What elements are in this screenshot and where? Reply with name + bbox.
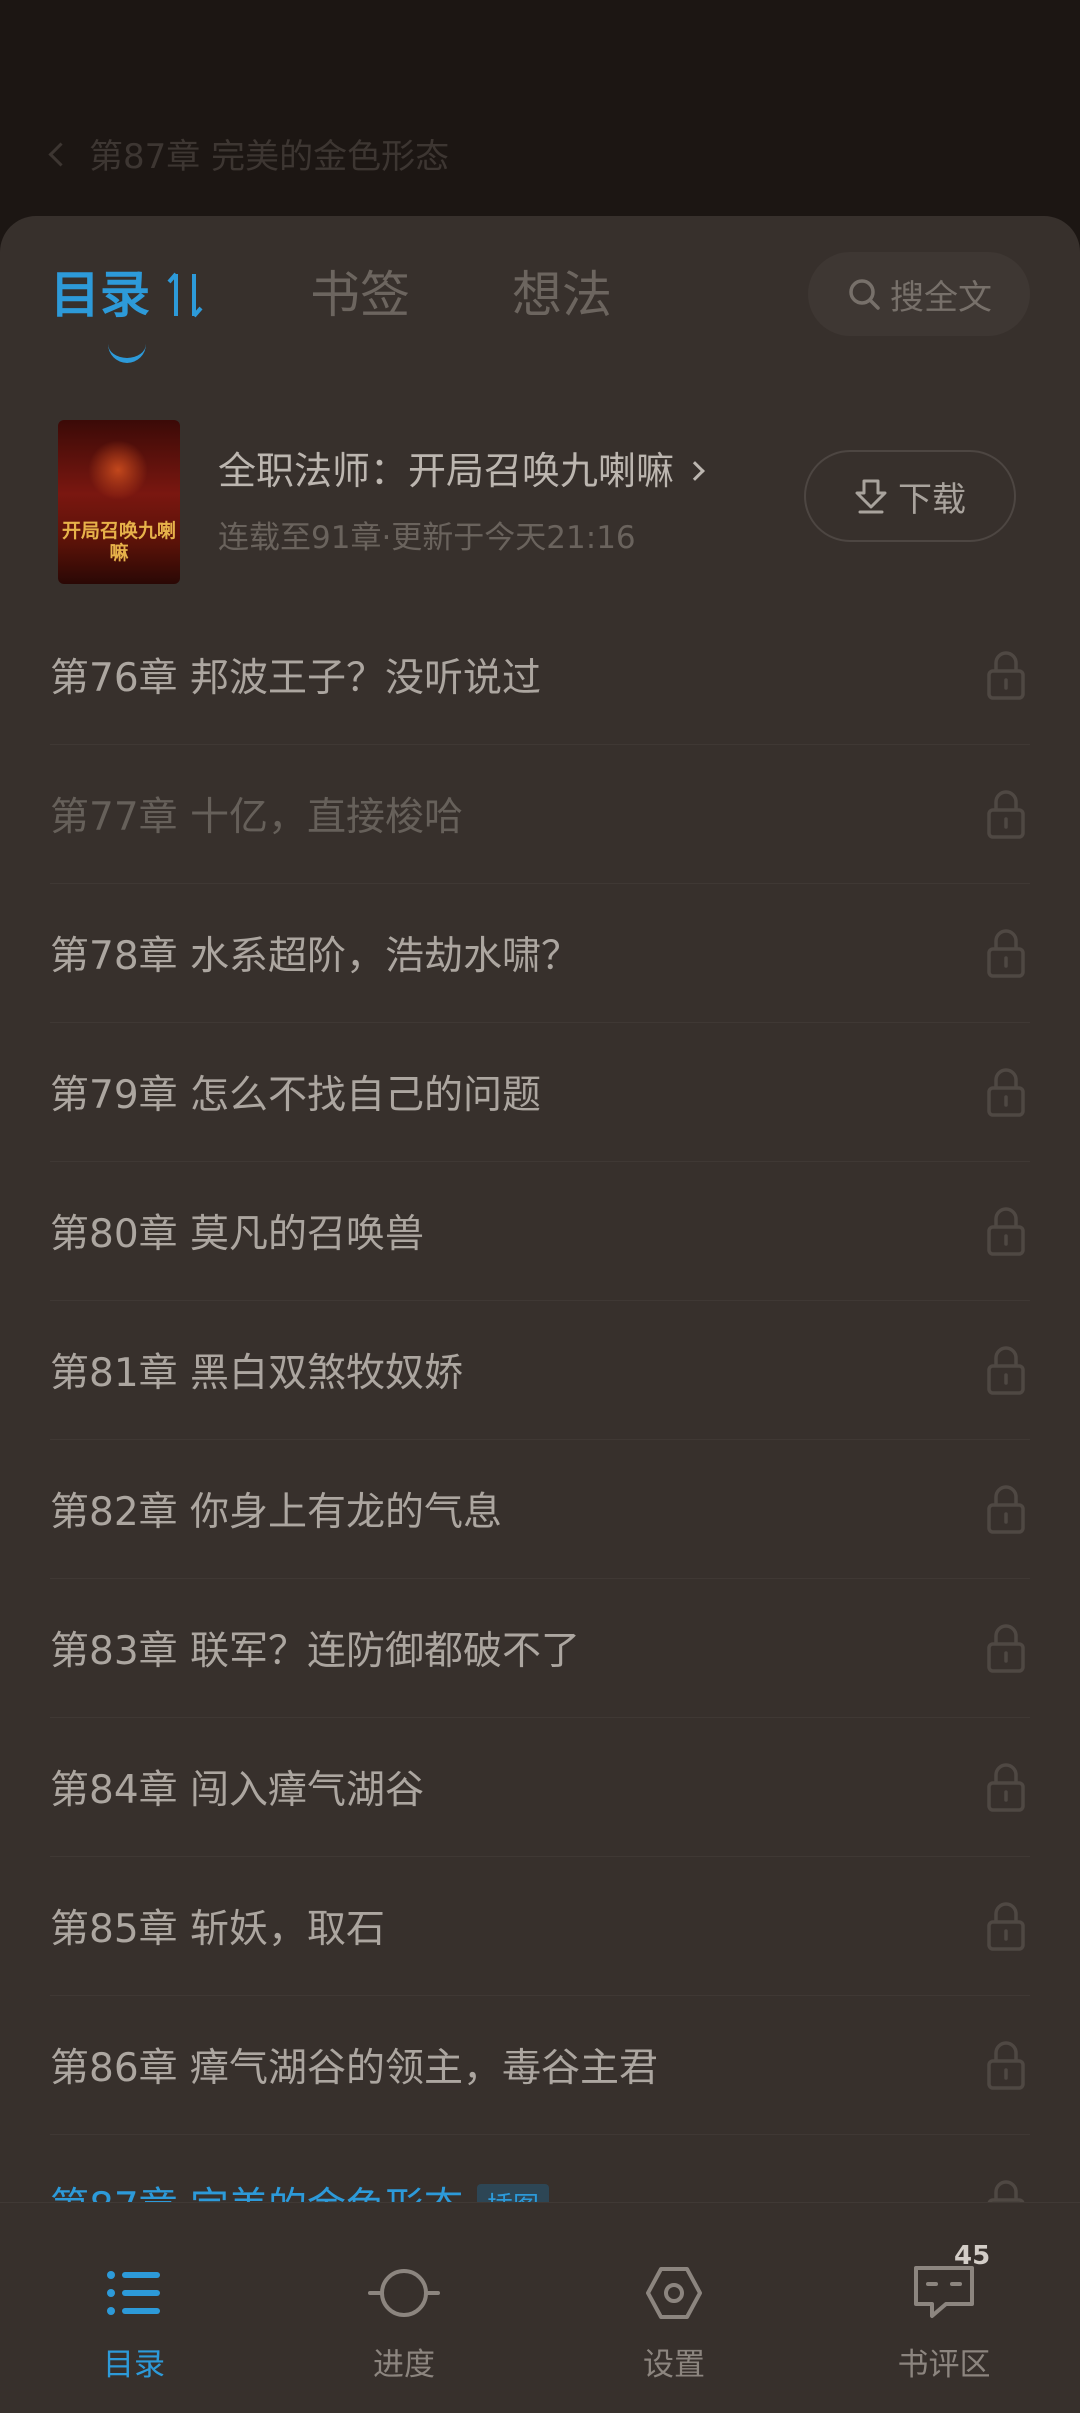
chapter-title: 第86章 瘴气湖谷的领主，毒谷主君: [50, 2046, 659, 2091]
settings-icon: [646, 2267, 702, 2319]
chapter-item[interactable]: 第79章 怎么不找自己的问题: [50, 1023, 1030, 1162]
reader-chapter-title: 第87章 完美的金色形态: [89, 136, 450, 177]
nav-reviews-label: 书评区: [897, 2347, 991, 2383]
nav-toc-label: 目录: [103, 2347, 165, 2383]
nav-settings[interactable]: 设置: [574, 2253, 774, 2384]
chevron-right-icon: [685, 461, 705, 481]
chapter-title: 第85章 斩妖，取石: [50, 1907, 386, 1952]
chapter-item[interactable]: 第85章 斩妖，取石: [50, 1857, 1030, 1996]
chapter-item[interactable]: 第80章 莫凡的召唤兽: [50, 1162, 1030, 1301]
tab-bookmarks[interactable]: 书签: [310, 260, 410, 330]
chapter-item[interactable]: 第76章 邦波王子？没听说过: [50, 606, 1030, 745]
chapter-item[interactable]: 第77章 十亿，直接梭哈: [50, 745, 1030, 884]
chapter-item[interactable]: 第83章 联军？连防御都破不了: [50, 1579, 1030, 1718]
download-label: 下载: [898, 479, 966, 520]
active-tab-indicator: [108, 344, 146, 363]
nav-toc[interactable]: 目录: [34, 2253, 234, 2384]
book-title-link[interactable]: 全职法师：开局召唤九喇嘛: [218, 440, 705, 495]
list-icon: [107, 2271, 160, 2315]
lock-icon: [986, 1205, 1026, 1261]
progress-icon: [368, 2269, 440, 2317]
lock-icon: [986, 2039, 1026, 2095]
chapter-title: 第80章 莫凡的召唤兽: [50, 1212, 425, 1257]
bottom-nav: 目录 进度 设置 45 书评区: [0, 2202, 1080, 2413]
toc-sheet: 目录 书签 想法 搜全文 开局召唤九喇嘛 全职法师：开局召唤九喇嘛 连载至91章…: [0, 216, 1080, 2412]
search-label: 搜全文: [890, 277, 992, 318]
tab-notes[interactable]: 想法: [512, 260, 612, 330]
comments-icon: [914, 2266, 974, 2318]
cover-art: [88, 440, 148, 500]
chapter-item[interactable]: 第86章 瘴气湖谷的领主，毒谷主君: [50, 1996, 1030, 2135]
nav-progress-label: 进度: [373, 2347, 435, 2383]
cover-title: 开局召唤九喇嘛: [62, 520, 177, 564]
book-title: 全职法师：开局召唤九喇嘛: [218, 449, 675, 493]
chapter-title: 第76章 邦波王子？没听说过: [50, 656, 542, 701]
lock-icon: [986, 788, 1026, 844]
nav-reviews[interactable]: 45 书评区: [844, 2241, 1044, 2384]
book-update-status: 连载至91章·更新于今天21:16: [218, 520, 636, 556]
chapter-item[interactable]: 第81章 黑白双煞牧奴娇: [50, 1301, 1030, 1440]
search-icon: [849, 279, 880, 310]
lock-icon: [986, 1483, 1026, 1539]
nav-settings-label: 设置: [643, 2347, 705, 2383]
download-button[interactable]: 下载: [804, 450, 1016, 542]
lock-icon: [986, 1622, 1026, 1678]
lock-icon: [986, 1344, 1026, 1400]
chapter-item[interactable]: 第82章 你身上有龙的气息: [50, 1440, 1030, 1579]
reader-header: 第87章 完美的金色形态: [48, 128, 450, 178]
lock-icon: [986, 927, 1026, 983]
back-chevron-icon[interactable]: [48, 141, 73, 167]
search-fulltext-button[interactable]: 搜全文: [808, 252, 1030, 336]
nav-progress[interactable]: 进度: [304, 2253, 504, 2384]
chapter-title: 第84章 闯入瘴气湖谷: [50, 1768, 425, 1813]
chapter-list: 第76章 邦波王子？没听说过 第77章 十亿，直接梭哈第78章 水系超阶，浩劫水啸…: [0, 606, 1080, 2274]
chapter-title: 第77章 十亿，直接梭哈: [50, 795, 464, 840]
tab-toc[interactable]: 目录: [50, 260, 150, 330]
download-icon: [855, 479, 887, 514]
lock-icon: [986, 1761, 1026, 1817]
tab-bar: 目录 书签 想法 搜全文: [0, 216, 1080, 376]
chapter-title: 第79章 怎么不找自己的问题: [50, 1073, 542, 1118]
book-cover[interactable]: 开局召唤九喇嘛: [58, 420, 180, 584]
chapter-item[interactable]: 第78章 水系超阶，浩劫水啸？: [50, 884, 1030, 1023]
lock-icon: [986, 1066, 1026, 1122]
chapter-title: 第82章 你身上有龙的气息: [50, 1490, 503, 1535]
reviews-count-badge: 45: [954, 2241, 991, 2271]
chapter-title: 第78章 水系超阶，浩劫水啸？: [50, 934, 581, 979]
lock-icon: [986, 1900, 1026, 1956]
chapter-title: 第81章 黑白双煞牧奴娇: [50, 1351, 464, 1396]
lock-icon: [986, 649, 1026, 705]
sort-icon[interactable]: [166, 268, 206, 322]
book-info: 开局召唤九喇嘛 全职法师：开局召唤九喇嘛 连载至91章·更新于今天21:16 下…: [58, 420, 1038, 590]
chapter-title: 第83章 联军？连防御都破不了: [50, 1629, 581, 1674]
chapter-item[interactable]: 第84章 闯入瘴气湖谷: [50, 1718, 1030, 1857]
